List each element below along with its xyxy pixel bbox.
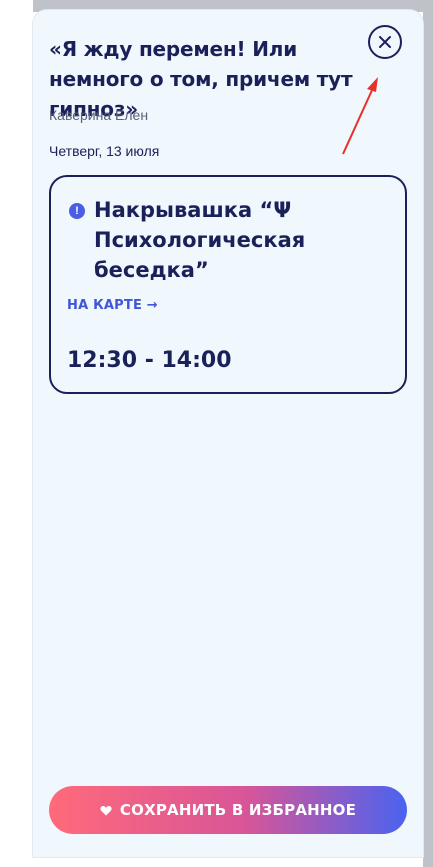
info-icon: ! bbox=[69, 203, 85, 219]
event-date: Четверг, 13 июля bbox=[49, 143, 160, 159]
backdrop-right bbox=[423, 0, 433, 867]
map-link[interactable]: НА КАРТЕ → bbox=[67, 298, 158, 313]
heart-icon bbox=[100, 805, 112, 815]
event-detail-panel: «Я жду перемен! Или немного о том, приче… bbox=[33, 10, 423, 857]
close-button[interactable] bbox=[368, 25, 402, 59]
close-icon bbox=[379, 36, 391, 48]
place-name: Накрывашка “Ψ Психологическая беседка” bbox=[94, 198, 306, 282]
page-background bbox=[0, 0, 33, 867]
event-author: Каверина Елен bbox=[49, 107, 149, 123]
place-card: ! Накрывашка “Ψ Психологическая беседка”… bbox=[49, 175, 407, 394]
event-time: 12:30 - 14:00 bbox=[67, 348, 232, 373]
save-button-label: СОХРАНИТЬ В ИЗБРАННОЕ bbox=[119, 801, 357, 819]
save-to-favorites-button[interactable]: СОХРАНИТЬ В ИЗБРАННОЕ bbox=[49, 786, 407, 834]
